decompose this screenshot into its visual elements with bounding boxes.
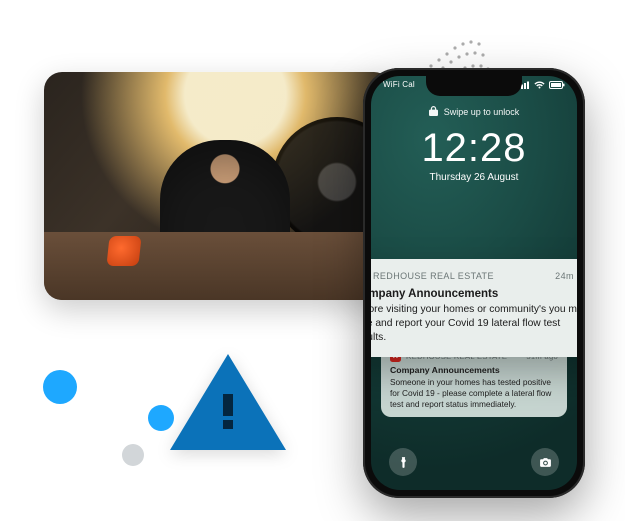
swipe-label: Swipe up to unlock: [444, 107, 520, 117]
notification-time: 24m ago: [555, 271, 577, 281]
notch: [426, 76, 522, 96]
battery-icon: [549, 81, 565, 89]
notification-body: Before visiting your homes or community'…: [371, 303, 577, 345]
lock-clock: 12:28: [371, 126, 577, 171]
notification-body: Someone in your homes has tested positiv…: [390, 377, 558, 409]
lock-screen[interactable]: WiFi Cal Swipe up to unlo: [371, 76, 577, 490]
notification-title: Company Announcements: [390, 365, 558, 375]
app-name: REDHOUSE REAL ESTATE: [373, 271, 494, 281]
accent-dot: [122, 444, 144, 466]
notification-expanded[interactable]: R REDHOUSE REAL ESTATE 24m ago Company A…: [371, 259, 577, 357]
flashlight-button[interactable]: [389, 448, 417, 476]
alert-triangle-icon: [170, 354, 286, 450]
stage: WiFi Cal Swipe up to unlo: [0, 0, 625, 521]
wifi-icon: [534, 81, 545, 89]
phone-frame: WiFi Cal Swipe up to unlo: [363, 68, 585, 498]
camera-button[interactable]: [531, 448, 559, 476]
lock-date: Thursday 26 August: [371, 172, 577, 183]
accent-dot: [43, 370, 77, 404]
notification-title: Company Announcements: [371, 288, 577, 300]
accent-dot: [148, 405, 174, 431]
carrier-label: WiFi Cal: [383, 80, 415, 89]
swipe-hint: Swipe up to unlock: [371, 106, 577, 118]
hero-photo: [44, 72, 392, 300]
lock-icon: [429, 106, 438, 118]
